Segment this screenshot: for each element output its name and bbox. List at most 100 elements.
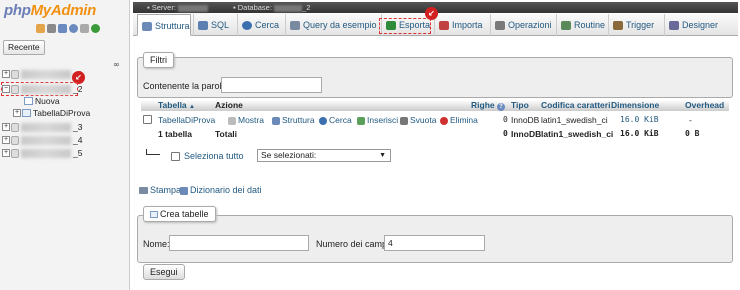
col-overhead[interactable]: Overhead: [685, 100, 724, 111]
query-icon: [290, 21, 300, 31]
empty-action[interactable]: Svuota: [400, 113, 436, 127]
row-count: 0: [503, 115, 508, 124]
totals-count: 1 tabella: [158, 129, 193, 139]
row-engine: InnoDB: [511, 115, 540, 125]
columns-label: Numero dei campi:: [316, 239, 392, 249]
db-name-blurred: [21, 84, 71, 94]
totals-label: Totali: [215, 129, 238, 139]
expand-icon[interactable]: +: [2, 136, 10, 144]
filter-legend: Filtri: [143, 52, 174, 68]
totals-engine: InnoDB: [511, 129, 542, 139]
db-name-blurred: [21, 69, 71, 79]
col-codifica[interactable]: Codifica caratteri: [541, 100, 610, 111]
marker-icon: ↙: [425, 7, 438, 20]
table-header: Tabella ▲ Azione Righe ? Tipo Codifica c…: [141, 100, 729, 111]
tab-cerca[interactable]: Cerca: [237, 14, 283, 36]
tab-bar: Struttura SQL Cerca Query da esempio Esp…: [133, 7, 738, 36]
totals-overhead: 0 B: [685, 129, 700, 138]
db-name-blurred: [21, 135, 71, 145]
navigation-panel: phpMyAdmin Recente ∞ + _1 ↙ − _2 Nuova +…: [0, 0, 130, 290]
database-icon: [11, 135, 19, 145]
submit-button[interactable]: Esegui: [143, 264, 185, 280]
phpmyadmin-logo[interactable]: phpMyAdmin: [4, 2, 96, 19]
col-dimensione[interactable]: Dimensione: [611, 100, 659, 111]
print-icon: [139, 187, 148, 195]
reload-icon[interactable]: [91, 24, 100, 33]
tree-item-new[interactable]: Nuova: [24, 95, 60, 107]
settings-icon[interactable]: [80, 24, 89, 33]
arrow-up-icon: [146, 149, 160, 155]
col-righe[interactable]: Righe ?: [471, 100, 505, 111]
new-table-icon: [150, 211, 158, 219]
db-name-blurred: [21, 122, 71, 132]
sql-icon[interactable]: [58, 24, 67, 33]
link-icon[interactable]: ∞: [113, 60, 120, 69]
tree-item-table[interactable]: + TabellaDiProva: [13, 107, 90, 119]
select-all-checkbox[interactable]: [171, 152, 180, 161]
tab-query[interactable]: Query da esempio: [285, 14, 377, 36]
db-name-suffix: _2: [73, 84, 83, 94]
tab-operazioni[interactable]: Operazioni: [490, 14, 552, 36]
filter-label: Contenente la parola:: [143, 81, 230, 91]
row-checkbox[interactable]: [143, 115, 152, 124]
expand-icon[interactable]: +: [2, 149, 10, 157]
db-item-2[interactable]: − _2: [2, 83, 82, 95]
sql-icon: [198, 21, 208, 31]
drop-action[interactable]: Elimina: [440, 113, 478, 127]
dictionary-link[interactable]: Dizionario dei dati: [180, 185, 262, 195]
expand-icon[interactable]: +: [2, 123, 10, 131]
totals-rows: 0: [503, 129, 508, 138]
database-icon: [11, 122, 19, 132]
recent-button[interactable]: Recente: [3, 40, 45, 55]
structure-action[interactable]: Struttura: [272, 113, 315, 127]
tab-routine[interactable]: Routine: [556, 14, 605, 36]
expand-icon[interactable]: +: [13, 109, 21, 117]
tab-sql[interactable]: SQL: [193, 14, 233, 36]
database-icon: [11, 84, 19, 94]
search-action[interactable]: Cerca: [319, 113, 352, 127]
breadcrumb-server[interactable]: ▪ Server:: [147, 2, 209, 13]
routine-icon: [561, 21, 571, 31]
tab-designer[interactable]: Designer: [664, 14, 724, 36]
tab-importa[interactable]: Importa: [434, 14, 484, 36]
db-item-5[interactable]: + _5: [2, 147, 82, 159]
table-name-link[interactable]: TabellaDiProva: [158, 113, 215, 127]
db-item-4[interactable]: + _4: [2, 134, 82, 146]
db-item-3[interactable]: + _3: [2, 121, 82, 133]
trigger-icon: [613, 21, 623, 31]
insert-action[interactable]: Inserisci: [357, 113, 398, 127]
col-tipo[interactable]: Tipo: [511, 100, 529, 111]
db-item-1[interactable]: + _1: [2, 68, 82, 80]
row-collation: latin1_swedish_ci: [541, 115, 608, 125]
table-row: TabellaDiProva Mostra Struttura Cerca In…: [141, 113, 729, 127]
browse-action[interactable]: Mostra: [228, 113, 264, 127]
new-table-icon: [24, 97, 33, 105]
totals-collation: latin1_swedish_ci: [541, 129, 614, 139]
filter-input[interactable]: [221, 77, 322, 93]
help-icon[interactable]: ?: [497, 103, 505, 111]
home-icon[interactable]: [36, 24, 45, 33]
table-icon: [22, 109, 31, 117]
print-link[interactable]: Stampa: [139, 185, 181, 195]
import-icon: [439, 21, 449, 31]
col-tabella[interactable]: Tabella ▲: [158, 100, 195, 113]
database-icon: [11, 148, 19, 158]
search-icon: [242, 21, 252, 31]
database-icon[interactable]: [47, 24, 56, 33]
operations-icon: [495, 21, 505, 31]
expand-icon[interactable]: +: [2, 70, 10, 78]
collapse-icon[interactable]: −: [2, 85, 10, 93]
columns-input[interactable]: 4: [384, 235, 485, 251]
with-selected-select[interactable]: Se selezionati: ▼: [257, 149, 391, 162]
tab-struttura[interactable]: Struttura: [137, 14, 191, 36]
tab-trigger[interactable]: Trigger: [608, 14, 658, 36]
table-name-label: Nome:: [143, 239, 170, 249]
row-size[interactable]: 16.0 KiB: [620, 113, 659, 127]
dictionary-icon: [180, 186, 188, 195]
highlight-box: [379, 18, 431, 34]
help-icon[interactable]: [69, 24, 78, 33]
breadcrumb-database[interactable]: ▪ Database: _2: [233, 2, 310, 13]
structure-icon: [142, 22, 152, 32]
select-all-label[interactable]: Seleziona tutto: [184, 151, 244, 161]
table-name-input[interactable]: [169, 235, 309, 251]
